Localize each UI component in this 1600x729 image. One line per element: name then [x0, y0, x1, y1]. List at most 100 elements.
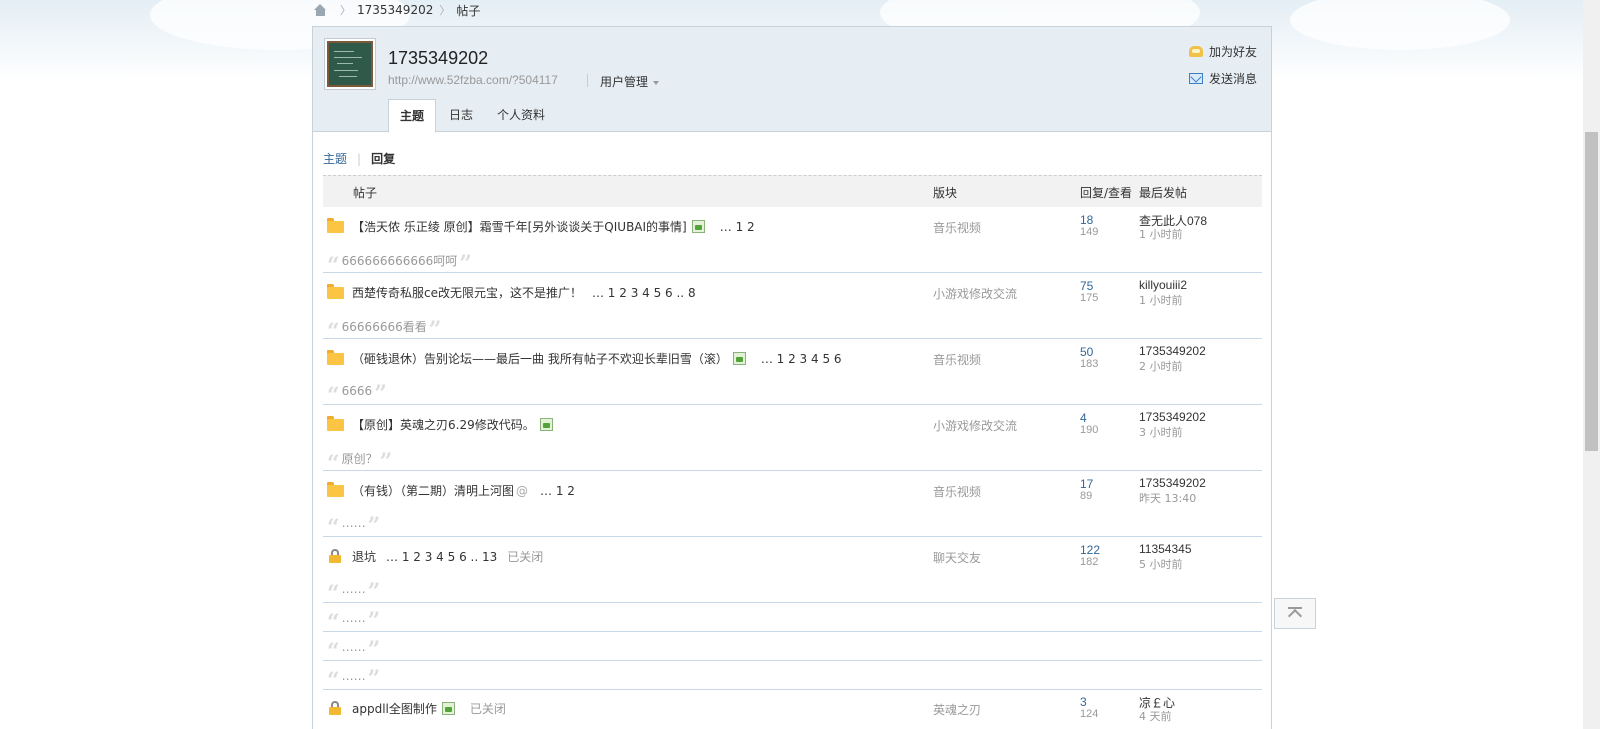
page-links[interactable]: … 1 2 3 4 5 6 .. 8: [592, 286, 696, 300]
lock-icon: [329, 701, 341, 715]
last-post-time[interactable]: 4 天前: [1139, 708, 1172, 724]
last-post-user[interactable]: killyouiii2: [1139, 278, 1187, 292]
closed-label: 已关闭: [469, 702, 506, 716]
image-attachment-icon: [441, 702, 455, 715]
page-links[interactable]: … 1 2: [720, 220, 755, 234]
last-post-user[interactable]: 11354345: [1139, 542, 1192, 556]
thread-title: （砸钱退休）告别论坛——最后一曲 我所有帖子不欢迎长辈旧雪（滚） … 1 2 3 …: [352, 350, 842, 367]
header-reply-view: 回复/查看: [1080, 186, 1133, 200]
forum-link[interactable]: 小游戏修改交流: [933, 417, 1017, 434]
page-links[interactable]: … 1 2 3 4 5 6: [761, 352, 842, 366]
image-attachment-icon: [539, 418, 553, 431]
chalkboard-image: [327, 41, 373, 87]
quote-close-icon: ”: [428, 316, 442, 343]
chevron-down-icon: [653, 80, 660, 85]
attachment-icon: @: [516, 483, 529, 498]
thread-title-link[interactable]: appdll全图制作: [352, 700, 437, 717]
home-icon[interactable]: [313, 3, 328, 17]
quote-text: ……: [341, 516, 366, 530]
quote-close-icon: ”: [379, 448, 393, 475]
thread-title: appdll全图制作 已关闭: [352, 700, 506, 717]
last-post-time[interactable]: 1 小时前: [1139, 292, 1183, 308]
thread-title-link[interactable]: （有钱）（第二期）清明上河图: [352, 482, 514, 499]
last-post-time[interactable]: 昨天 13:40: [1139, 490, 1196, 506]
thread-title-link[interactable]: 西楚传奇私服ce改无限元宝，这不是推广！: [352, 284, 582, 301]
page-links[interactable]: … 1 2 3 4 5 6 .. 13: [386, 550, 497, 564]
forum-link[interactable]: 音乐视频: [933, 351, 981, 368]
last-post-time[interactable]: 5 小时前: [1139, 556, 1183, 572]
tab-profile[interactable]: 个人资料: [486, 99, 556, 132]
last-post-user[interactable]: 1735349202: [1139, 344, 1206, 358]
quote-text: 666666666666呵呵: [341, 254, 458, 268]
quote-close-icon: ”: [367, 608, 381, 634]
closed-label: 已关闭: [507, 550, 544, 564]
quote-text: 原创？: [341, 452, 378, 466]
folder-icon: [327, 416, 344, 431]
tab-topics[interactable]: 主题: [388, 99, 437, 133]
breadcrumb: 〉 1735349202 〉 帖子: [313, 1, 480, 19]
quote-text: ……: [341, 582, 366, 596]
folder-icon: [327, 284, 344, 299]
last-post-time[interactable]: 3 小时前: [1139, 424, 1183, 440]
header-forum: 版块: [933, 186, 958, 200]
user-space-url[interactable]: http://www.52fzba.com/?504117: [388, 73, 558, 87]
quote-open-icon: “: [327, 581, 340, 607]
reply-count: 3: [1080, 695, 1087, 709]
view-count: 182: [1080, 556, 1099, 568]
quote-open-icon: “: [327, 668, 340, 694]
last-post-time[interactable]: 1 小时前: [1139, 226, 1183, 242]
table-row: （有钱）（第二期）清明上河图 @ … 1 2 音乐视频 17 89 1735349202 昨天…: [323, 471, 1262, 539]
quote-close-icon: ”: [367, 637, 381, 663]
last-post-time[interactable]: 2 小时前: [1139, 358, 1183, 374]
table-row: appdll全图制作 已关闭 英魂之刃 3 124 凉￡心 4 天前: [323, 689, 1262, 729]
folder-icon: [327, 482, 344, 497]
avatar[interactable]: [324, 38, 376, 90]
reply-count: 75: [1080, 279, 1094, 293]
thread-title-link[interactable]: （砸钱退休）告别论坛——最后一曲 我所有帖子不欢迎长辈旧雪（滚）: [352, 350, 728, 367]
lock-icon: [329, 549, 341, 563]
quote-close-icon: ”: [367, 513, 381, 539]
user-manage-dropdown[interactable]: 用户管理: [600, 73, 660, 90]
post-quote: “666666666666呵呵”: [327, 252, 472, 277]
back-to-top-button[interactable]: [1274, 598, 1316, 629]
post-quote: “……”: [327, 513, 381, 539]
table-row: 【原创】英魂之刃6.29修改代码。 小游戏修改交流 4 190 1735349202 3 …: [323, 405, 1262, 477]
image-attachment-icon: [732, 352, 746, 365]
scrollbar-thumb[interactable]: [1585, 132, 1598, 451]
view-count: 89: [1080, 490, 1093, 502]
quote-open-icon: “: [327, 450, 340, 477]
table-row: 退坑 … 1 2 3 4 5 6 .. 13 已关闭 聊天交友 122 182 113543…: [323, 537, 1262, 607]
add-friend-button[interactable]: 加为好友: [1189, 43, 1257, 60]
tab-blog[interactable]: 日志: [438, 99, 484, 132]
cloud-decoration: [1290, 0, 1510, 50]
subnav: 主题 | 回复: [323, 150, 395, 167]
forum-link[interactable]: 英魂之刃: [933, 701, 981, 718]
thread-title-link[interactable]: 【浩天侬 乐正绫 原创】霜雪千年[另外谈谈关于QIUBAI的事情]: [352, 218, 687, 235]
reply-count: 50: [1080, 345, 1094, 359]
forum-link[interactable]: 聊天交友: [933, 549, 981, 566]
table-row: 【浩天侬 乐正绫 原创】霜雪千年[另外谈谈关于QIUBAI的事情] … 1 2 音乐…: [323, 207, 1262, 277]
send-message-label: 发送消息: [1209, 72, 1258, 86]
forum-link[interactable]: 音乐视频: [933, 219, 981, 236]
forum-link[interactable]: 小游戏修改交流: [933, 285, 1017, 302]
last-post-user[interactable]: 1735349202: [1139, 476, 1206, 490]
post-quote: “6666”: [327, 383, 387, 407]
thread-title-link[interactable]: 【原创】英魂之刃6.29修改代码。: [352, 416, 535, 433]
send-message-button[interactable]: 发送消息: [1189, 70, 1257, 87]
folder-icon: [327, 350, 344, 365]
thread-title: 退坑 … 1 2 3 4 5 6 .. 13 已关闭: [352, 548, 543, 565]
thread-title: 【原创】英魂之刃6.29修改代码。: [352, 416, 558, 433]
post-quote: “原创？”: [327, 448, 393, 477]
reply-count: 4: [1080, 411, 1087, 425]
chevron-right-icon: 〉: [439, 4, 451, 17]
last-post-user[interactable]: 1735349202: [1139, 410, 1206, 424]
thread-title: 西楚传奇私服ce改无限元宝，这不是推广！ … 1 2 3 4 5 6 .. 8: [352, 284, 696, 301]
subnav-replies-link[interactable]: 回复: [371, 150, 395, 167]
table-row: （砸钱退休）告别论坛——最后一曲 我所有帖子不欢迎长辈旧雪（滚） … 1 2 3 …: [323, 339, 1262, 407]
subnav-topics-link[interactable]: 主题: [323, 150, 347, 167]
forum-link[interactable]: 音乐视频: [933, 483, 981, 500]
thread-title-link[interactable]: 退坑: [352, 548, 376, 565]
page-links[interactable]: … 1 2: [540, 484, 575, 498]
breadcrumb-user[interactable]: 1735349202: [357, 3, 433, 17]
folder-icon: [327, 218, 344, 233]
